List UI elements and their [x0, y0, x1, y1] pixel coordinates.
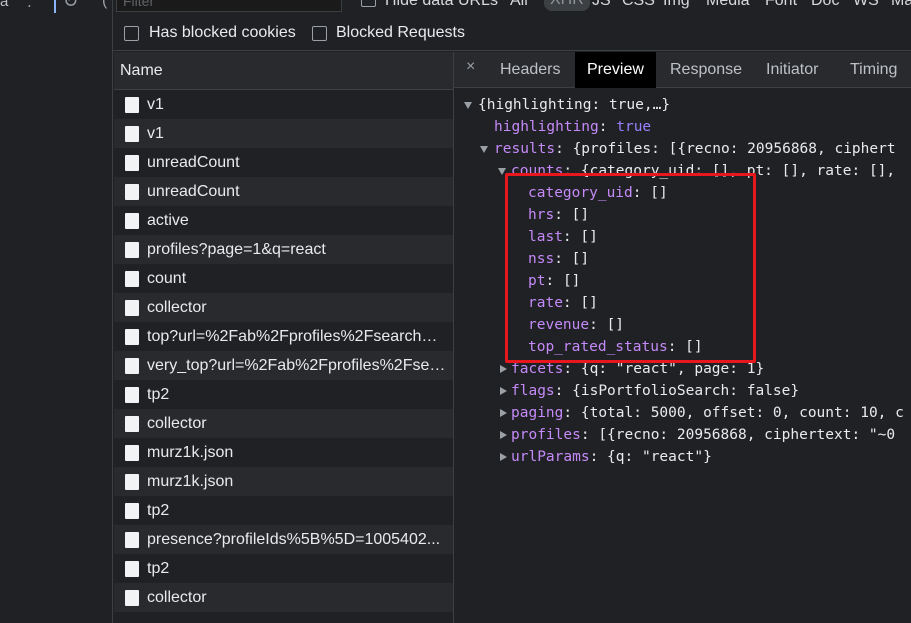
blocked-filters-row: Has blocked cookies Blocked Requests	[113, 17, 911, 51]
file-icon	[125, 445, 139, 461]
request-row[interactable]: very_top?url=%2Fab%2Fprofiles%2Fsea...	[114, 351, 453, 380]
tree-node-count-field: revenue: []	[528, 317, 625, 333]
request-row[interactable]: collector	[114, 293, 453, 322]
request-row[interactable]: unreadCount	[114, 177, 453, 206]
file-icon	[125, 126, 139, 142]
request-row[interactable]: collector	[114, 409, 453, 438]
filter-toolbar: Filter Hide data URLs All XHR JS CSS Img…	[113, 0, 911, 16]
tree-node-count-field: hrs: []	[528, 207, 590, 223]
left-toolbar-text: a	[0, 0, 9, 10]
type-filter-ws[interactable]: WS	[853, 0, 879, 10]
type-filter-css[interactable]: CSS	[622, 0, 655, 10]
file-icon	[125, 242, 139, 258]
expand-triangle-icon[interactable]	[480, 146, 488, 153]
tree-node-count-field: pt: []	[528, 273, 581, 289]
has-blocked-cookies-label: Has blocked cookies	[149, 24, 296, 41]
toolbar-icon[interactable]: (	[102, 0, 107, 10]
has-blocked-cookies-checkbox[interactable]	[124, 26, 139, 41]
request-row[interactable]: tp2	[114, 554, 453, 583]
file-icon	[125, 532, 139, 548]
filter-input[interactable]: Filter	[116, 0, 342, 12]
type-filter-all[interactable]: All	[510, 0, 528, 10]
type-filter-font[interactable]: Font	[765, 0, 797, 10]
hide-data-urls-label: Hide data URLs	[385, 0, 498, 9]
file-icon	[125, 358, 139, 374]
request-row[interactable]: presence?profileIds%5B%5D=1005402...	[114, 525, 453, 554]
tab-preview[interactable]: Preview	[575, 52, 656, 88]
request-row[interactable]: count	[114, 264, 453, 293]
request-rows: v1 v1 unreadCount unreadCount active pro…	[114, 90, 453, 612]
file-icon	[125, 213, 139, 229]
type-filter-manifest[interactable]: Ma	[891, 0, 911, 10]
tree-node-count-field: rate: []	[528, 295, 598, 311]
file-icon	[125, 184, 139, 200]
more-icon[interactable]: ⁚	[27, 0, 32, 11]
tab-timing[interactable]: Timing	[838, 52, 909, 88]
file-icon	[125, 590, 139, 606]
request-row[interactable]: murz1k.json	[114, 438, 453, 467]
collapsed-triangle-icon[interactable]	[500, 365, 507, 373]
file-icon	[125, 474, 139, 490]
tree-node-count-field: category_uid: []	[528, 185, 668, 201]
file-icon	[125, 503, 139, 519]
request-list: Name v1 v1 unreadCount unreadCount activ…	[114, 52, 453, 623]
file-icon	[125, 561, 139, 577]
type-filter-img[interactable]: Img	[663, 0, 690, 10]
request-details: × Headers Preview Response Initiator Tim…	[454, 52, 911, 623]
refresh-icon[interactable]: ↻	[63, 0, 78, 12]
left-toolbar: a ⁚ ↻ (	[0, 0, 113, 14]
type-filter-js[interactable]: JS	[592, 0, 611, 10]
file-icon	[125, 300, 139, 316]
request-row[interactable]: tp2	[114, 380, 453, 409]
tab-headers[interactable]: Headers	[488, 52, 572, 88]
file-icon	[125, 329, 139, 345]
request-row[interactable]: top?url=%2Fab%2Fprofiles%2Fsearch%...	[114, 322, 453, 351]
request-row[interactable]: profiles?page=1&q=react	[114, 235, 453, 264]
expand-triangle-icon[interactable]	[498, 168, 506, 175]
tab-initiator[interactable]: Initiator	[754, 52, 830, 88]
file-icon	[125, 97, 139, 113]
tree-node-count-field: last: []	[528, 229, 598, 245]
request-row[interactable]: tp2	[114, 496, 453, 525]
file-icon	[125, 271, 139, 287]
tree-node-count-field: nss: []	[528, 251, 590, 267]
file-icon	[125, 387, 139, 403]
name-column-header[interactable]: Name	[114, 52, 453, 90]
blocked-requests-checkbox[interactable]	[312, 26, 327, 41]
request-row[interactable]: v1	[114, 90, 453, 119]
file-icon	[125, 416, 139, 432]
type-filter-xhr[interactable]: XHR	[544, 0, 590, 11]
close-icon[interactable]: ×	[466, 58, 475, 76]
expand-triangle-icon[interactable]	[464, 102, 472, 109]
request-row[interactable]: unreadCount	[114, 148, 453, 177]
tab-response[interactable]: Response	[658, 52, 754, 88]
collapsed-triangle-icon[interactable]	[500, 431, 507, 439]
request-row[interactable]: v1	[114, 119, 453, 148]
request-row[interactable]: collector	[114, 583, 453, 612]
tree-node-highlighting: highlighting: true	[494, 119, 652, 135]
file-icon	[125, 155, 139, 171]
detail-tabs: × Headers Preview Response Initiator Tim…	[454, 52, 911, 88]
type-filter-doc[interactable]: Doc	[811, 0, 839, 10]
blocked-requests-label: Blocked Requests	[336, 24, 465, 41]
tree-node-count-field: top_rated_status: []	[528, 339, 703, 355]
type-filter-media[interactable]: Media	[706, 0, 750, 10]
text-caret	[54, 0, 56, 13]
collapsed-triangle-icon[interactable]	[500, 453, 507, 461]
hide-data-urls-checkbox[interactable]	[361, 0, 376, 7]
left-panel: a ⁚ ↻ (	[0, 0, 113, 623]
request-row[interactable]: active	[114, 206, 453, 235]
collapsed-triangle-icon[interactable]	[500, 409, 507, 417]
collapsed-triangle-icon[interactable]	[500, 387, 507, 395]
request-row[interactable]: murz1k.json	[114, 467, 453, 496]
